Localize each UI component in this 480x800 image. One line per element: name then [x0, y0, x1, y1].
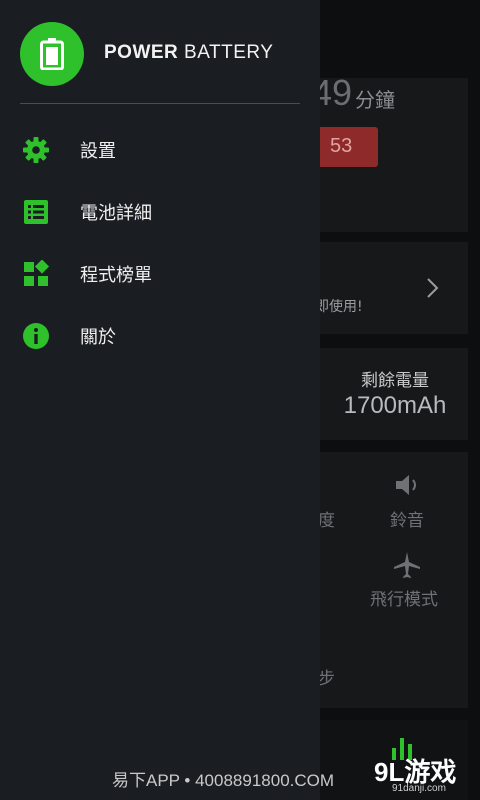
- info-icon: [23, 323, 49, 349]
- watermark-text: 易下APP • 4008891800.COM: [112, 771, 335, 790]
- menu-item-about-label: 關於: [80, 327, 116, 348]
- promo-text: 即使用!: [315, 299, 363, 315]
- menu-item-battery-details-label: 電池詳細: [80, 203, 152, 224]
- menu-item-battery-details[interactable]: 電池詳細: [0, 180, 320, 242]
- app-title-bold: POWER: [104, 42, 179, 63]
- time-remaining-unit: 分鐘: [355, 88, 395, 112]
- toggle-airplane-label: 飛行模式: [370, 590, 438, 610]
- chevron-right-icon[interactable]: [420, 276, 444, 300]
- airplane-icon[interactable]: [392, 550, 422, 580]
- toggle-brightness-label: 度: [318, 511, 335, 531]
- gear-icon: [23, 137, 49, 163]
- app-title-rest: BATTERY: [178, 42, 274, 63]
- remaining-capacity-label: 剩餘電量: [361, 371, 429, 391]
- menu-item-app-ranking-label: 程式榜單: [80, 265, 152, 286]
- app-title: POWER BATTERY: [104, 42, 273, 64]
- battery-icon: [40, 38, 64, 70]
- navigation-drawer: POWER BATTERY 設置 電池詳細 程式榜單 關於: [0, 0, 320, 800]
- drawer-divider: [20, 103, 300, 104]
- menu-item-about[interactable]: 關於: [0, 304, 320, 366]
- toggle-sync-label: 步: [318, 669, 335, 689]
- widgets-icon: [24, 260, 50, 286]
- menu-item-settings[interactable]: 設置: [0, 118, 320, 180]
- remaining-capacity-value: 1700mAh: [343, 392, 447, 419]
- status-badge-value: 53: [330, 135, 353, 157]
- app-logo: [20, 22, 84, 86]
- toggle-ringtone-label: 鈴音: [390, 511, 424, 531]
- menu-item-app-ranking[interactable]: 程式榜單: [0, 242, 320, 304]
- speaker-icon[interactable]: [394, 472, 422, 498]
- list-icon: [24, 200, 48, 224]
- menu-item-settings-label: 設置: [80, 141, 116, 162]
- watermark-url: 91danji.com: [392, 783, 446, 794]
